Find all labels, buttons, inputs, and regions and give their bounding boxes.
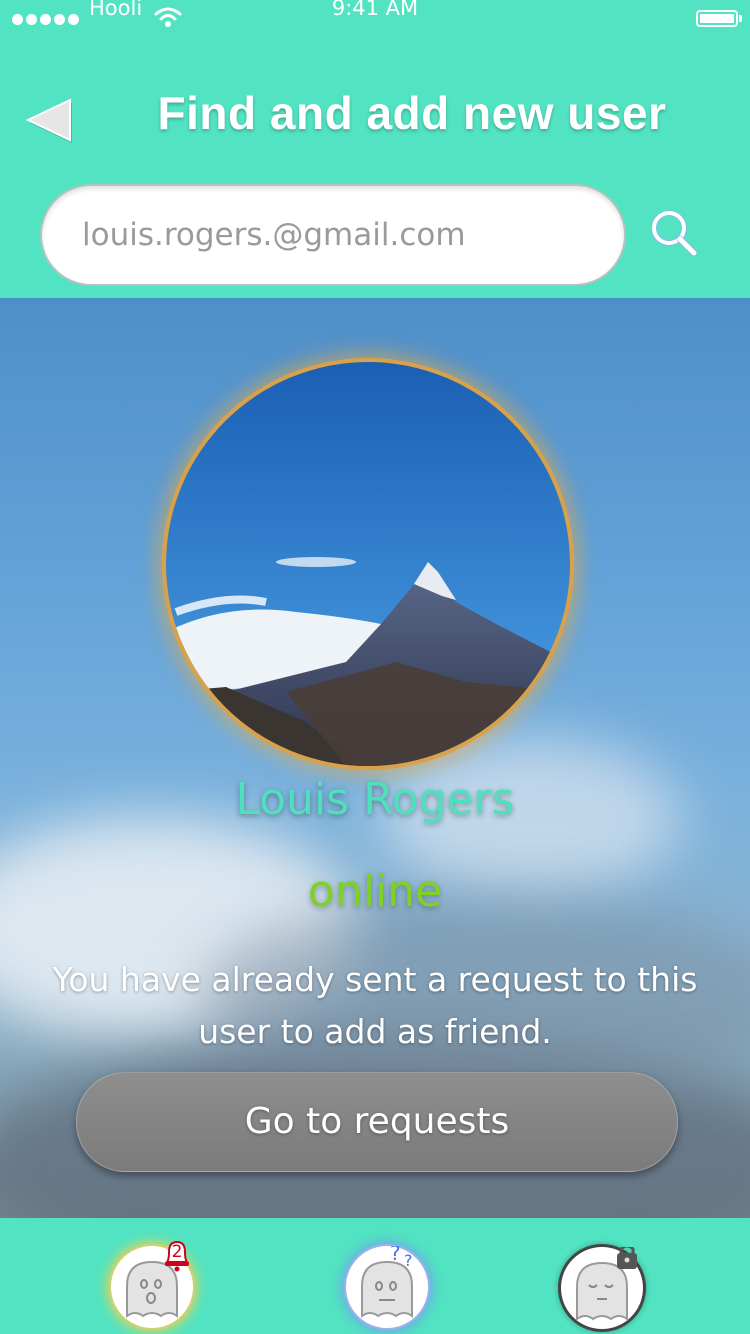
go-to-requests-button[interactable]: Go to requests — [76, 1072, 678, 1172]
tab-profile[interactable] — [558, 1244, 646, 1332]
screen: Hooli 9:41 AM Find and add new user loui… — [0, 0, 750, 1334]
search-icon — [651, 210, 698, 257]
svg-text:?: ? — [390, 1246, 401, 1265]
tab-help[interactable]: ? ? — [344, 1244, 430, 1330]
search-button[interactable] — [644, 203, 704, 263]
back-triangle-icon — [25, 98, 72, 143]
tab-bar: 2 ? ? — [0, 1218, 750, 1334]
profile-card: Louis Rogers online You have already sen… — [0, 298, 750, 1218]
page-title: Find and add new user — [157, 87, 667, 139]
back-button[interactable] — [22, 96, 76, 144]
svg-text:?: ? — [404, 1251, 413, 1270]
notification-badge: 2 — [163, 1238, 191, 1272]
notification-count: 2 — [171, 1242, 183, 1262]
avatar — [166, 362, 570, 766]
tab-notifications[interactable]: 2 — [109, 1240, 195, 1330]
search-input[interactable] — [40, 184, 626, 286]
status-time: 9:41 AM — [331, 0, 419, 20]
user-name: Louis Rogers — [235, 774, 515, 825]
status-bar: Hooli 9:41 AM — [0, 0, 750, 40]
ghost-lock-icon — [576, 1247, 637, 1321]
avatar-mountain-image — [166, 362, 570, 766]
battery-icon — [696, 10, 742, 27]
request-sent-message: You have already sent a request to this … — [52, 960, 698, 1051]
ghost-question-icon: ? ? — [361, 1246, 413, 1318]
user-status: online — [307, 866, 443, 917]
